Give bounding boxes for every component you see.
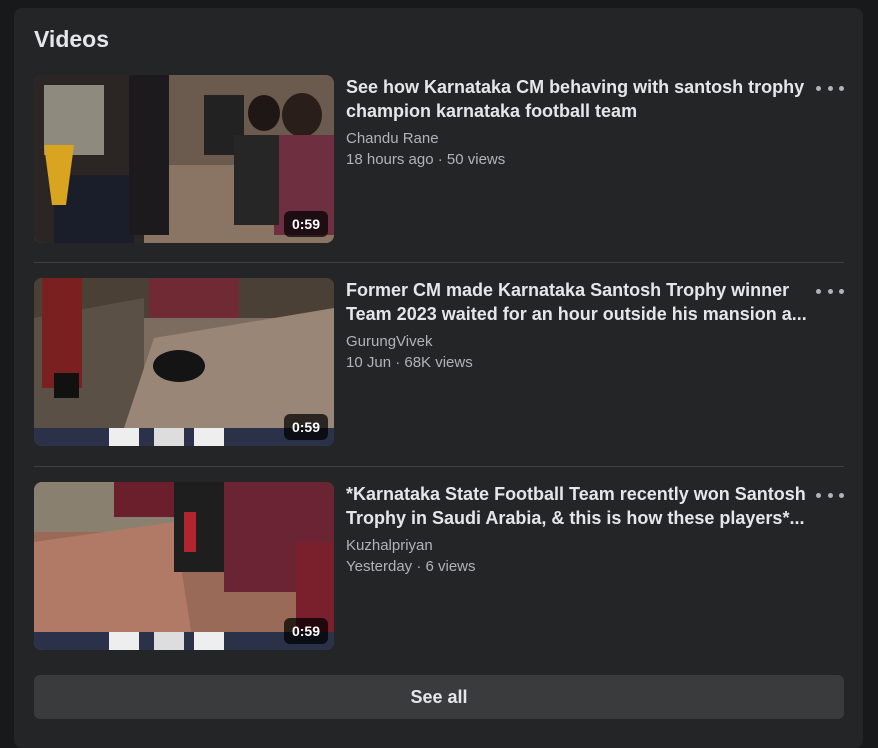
video-meta: 18 hours ago · 50 views: [346, 151, 506, 168]
video-thumbnail[interactable]: 0:59: [34, 278, 334, 446]
video-info: Former CM made Karnataka Santosh Trophy …: [346, 278, 811, 374]
video-title[interactable]: Former CM made Karnataka Santosh Trophy …: [346, 278, 811, 326]
section-title: Videos: [34, 26, 109, 52]
video-item[interactable]: 0:59 Former CM made Karnataka Santosh Tr…: [34, 278, 844, 448]
video-thumbnail[interactable]: 0:59: [34, 482, 334, 650]
more-horizontal-icon[interactable]: [816, 282, 844, 300]
video-meta: 10 Jun · 68K views: [346, 354, 473, 371]
more-horizontal-icon[interactable]: [816, 79, 844, 97]
video-duration: 0:59: [283, 414, 328, 440]
videos-card: Videos 0:59 See how Karnataka CM behavin…: [14, 8, 863, 748]
divider: [34, 262, 844, 263]
video-item[interactable]: 0:59 See how Karnataka CM behaving with …: [34, 75, 844, 245]
video-info: *Karnataka State Football Team recently …: [346, 482, 811, 578]
video-title[interactable]: *Karnataka State Football Team recently …: [346, 482, 811, 530]
see-all-button[interactable]: See all: [34, 675, 844, 719]
video-duration: 0:59: [283, 618, 328, 644]
video-author[interactable]: GurungVivek: [346, 332, 811, 352]
video-meta: Yesterday · 6 views: [346, 558, 476, 575]
video-author[interactable]: Kuzhalpriyan: [346, 536, 811, 556]
divider: [34, 466, 844, 467]
video-thumbnail[interactable]: 0:59: [34, 75, 334, 243]
video-info: See how Karnataka CM behaving with santo…: [346, 75, 811, 171]
video-item[interactable]: 0:59 *Karnataka State Football Team rece…: [34, 482, 844, 652]
more-horizontal-icon[interactable]: [816, 486, 844, 504]
video-author[interactable]: Chandu Rane: [346, 129, 811, 149]
video-title[interactable]: See how Karnataka CM behaving with santo…: [346, 75, 811, 123]
video-duration: 0:59: [283, 211, 328, 237]
